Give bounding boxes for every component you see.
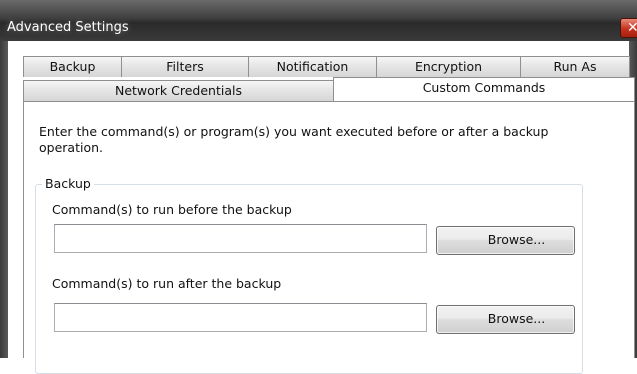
before-command-label: Command(s) to run before the backup — [52, 202, 292, 217]
tab-backup[interactable]: Backup — [23, 56, 122, 77]
window-title: Advanced Settings — [7, 20, 129, 35]
tab-notification[interactable]: Notification — [248, 56, 377, 77]
tab-label: Custom Commands — [422, 80, 546, 95]
groupbox-label: Backup — [42, 177, 94, 191]
button-label: Browse... — [487, 232, 546, 247]
close-icon: ✕ — [627, 20, 637, 36]
title-bar[interactable]: Advanced Settings ✕ — [0, 0, 637, 42]
tab-label: Filters — [166, 59, 204, 74]
tab-label: Backup — [49, 59, 96, 74]
tab-custom-commands[interactable]: Custom Commands — [333, 77, 635, 101]
window-frame-left — [0, 41, 8, 358]
tab-label: Run As — [553, 59, 597, 74]
browse-after-button[interactable]: Browse... — [436, 305, 575, 334]
after-command-input[interactable] — [54, 303, 427, 332]
tab-label: Encryption — [414, 59, 483, 74]
tab-label: Network Credentials — [114, 83, 242, 98]
tab-network-credentials[interactable]: Network Credentials — [23, 80, 334, 101]
tab-filters[interactable]: Filters — [121, 56, 249, 77]
advanced-settings-window: Advanced Settings ✕ Backup Filters Notif… — [0, 0, 637, 374]
before-command-input[interactable] — [54, 224, 427, 253]
tab-label: Notification — [276, 59, 349, 74]
instructions-text: Enter the command(s) or program(s) you w… — [39, 124, 549, 155]
tab-run-as[interactable]: Run As — [520, 56, 630, 77]
browse-before-button[interactable]: Browse... — [436, 226, 575, 255]
close-button[interactable]: ✕ — [620, 18, 637, 38]
tab-encryption[interactable]: Encryption — [376, 56, 521, 77]
after-command-label: Command(s) to run after the backup — [52, 276, 282, 291]
button-label: Browse... — [487, 311, 546, 326]
